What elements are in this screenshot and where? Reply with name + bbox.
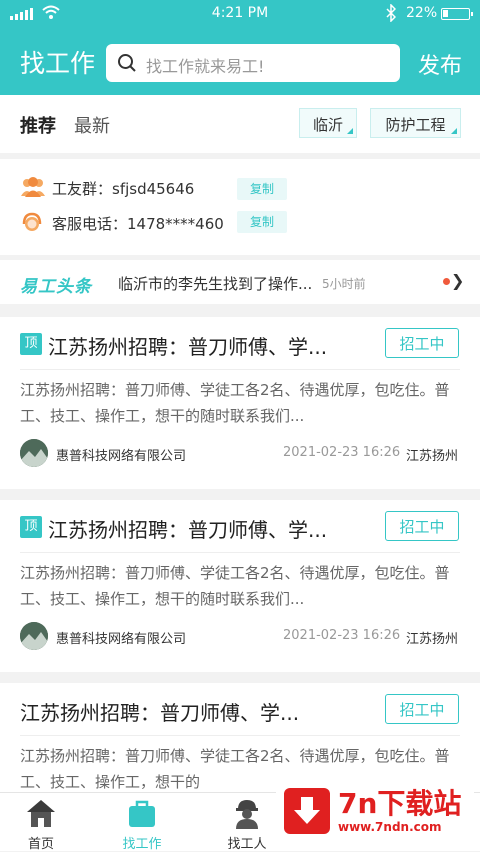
job-title: 江苏扬州招聘：普刀师傅、学... <box>48 518 328 542</box>
job-title: 江苏扬州招聘：普刀师傅、学... <box>20 701 300 725</box>
job-description: 江苏扬州招聘：普刀师傅、学徒工各2名、待遇优厚，包吃住。普工、技工、操作工，想干… <box>20 381 450 425</box>
copy-phone-button[interactable]: 复制 <box>237 211 287 233</box>
divider <box>20 552 460 553</box>
home-icon <box>27 800 55 827</box>
search-icon <box>118 54 136 72</box>
header: 找工作 找工作就来易工! 发布 <box>0 28 480 95</box>
tab-find-job-label: 找工作 <box>122 837 162 852</box>
job-city: 江苏扬州 <box>406 632 459 647</box>
news-logo: 易工头条 <box>20 277 92 297</box>
site-watermark: 7n下载站 www.7ndn.com <box>276 768 474 850</box>
briefcase-icon <box>129 800 155 827</box>
battery-icon <box>441 8 473 20</box>
tab-find-worker[interactable]: 找工人 <box>207 793 287 852</box>
job-title: 江苏扬州招聘：普刀师傅、学... <box>48 335 328 359</box>
customer-service-icon <box>22 212 42 231</box>
category-filter[interactable]: 防护工程 <box>370 108 461 138</box>
search-placeholder: 找工作就来易工! <box>146 57 265 76</box>
post-date: 2021-02-23 16:26 <box>283 628 401 643</box>
city-filter[interactable]: 临沂 <box>299 108 357 138</box>
copy-group-button[interactable]: 复制 <box>237 178 287 200</box>
unread-dot <box>443 278 450 285</box>
pinned-badge: 顶 <box>20 516 42 538</box>
hiring-status-button[interactable]: 招工中 <box>385 511 459 541</box>
publish-button[interactable]: 发布 <box>418 48 462 80</box>
hiring-status-button[interactable]: 招工中 <box>385 328 459 358</box>
tab-find-job[interactable]: 找工作 <box>102 793 182 852</box>
tab-row: 推荐 最新 临沂 防护工程 <box>0 95 480 153</box>
dropdown-corner-icon <box>347 128 353 134</box>
chevron-right-icon: ❯ <box>451 271 465 290</box>
post-date: 2021-02-23 16:26 <box>283 445 401 460</box>
tab-home[interactable]: 首页 <box>1 793 81 852</box>
watermark-title: 7n下载站 <box>338 787 462 820</box>
job-card[interactable]: 顶 江苏扬州招聘：普刀师傅、学... 招工中 江苏扬州招聘：普刀师傅、学徒工各2… <box>0 317 480 489</box>
job-city: 江苏扬州 <box>406 449 459 464</box>
news-time: 5小时前 <box>322 277 366 291</box>
search-input[interactable]: 找工作就来易工! <box>106 44 400 82</box>
tab-latest[interactable]: 最新 <box>74 112 110 138</box>
tab-recommend[interactable]: 推荐 <box>20 112 56 138</box>
bluetooth-icon <box>386 4 396 22</box>
watermark-url: www.7ndn.com <box>338 820 442 834</box>
divider <box>20 369 460 370</box>
hiring-status-button[interactable]: 招工中 <box>385 694 459 724</box>
divider <box>20 735 460 736</box>
category-filter-label: 防护工程 <box>385 116 446 134</box>
job-card[interactable]: 顶 江苏扬州招聘：普刀师傅、学... 招工中 江苏扬州招聘：普刀师傅、学徒工各2… <box>0 500 480 672</box>
status-bar: 4:21 PM 22% <box>0 0 480 28</box>
news-ticker[interactable]: 易工头条 临沂市的李先生找到了操作... 5小时前 ❯ <box>0 260 480 304</box>
worker-icon <box>236 800 258 829</box>
avatar <box>20 439 48 467</box>
avatar <box>20 622 48 650</box>
page-title: 找工作 <box>20 49 96 78</box>
battery-percent: 22% <box>406 5 438 21</box>
download-icon <box>284 788 330 834</box>
dropdown-corner-icon <box>451 128 457 134</box>
contact-card: 工友群：sfjsd45646 复制 客服电话：1478****460 复制 <box>0 159 480 255</box>
pinned-badge: 顶 <box>20 333 42 355</box>
worker-group-label: 工友群：sfjsd45646 <box>52 180 195 198</box>
group-icon <box>21 177 45 197</box>
tab-home-label: 首页 <box>27 837 54 852</box>
company-name: 惠普科技网络有限公司 <box>56 632 187 647</box>
job-description: 江苏扬州招聘：普刀师傅、学徒工各2名、待遇优厚，包吃住。普工、技工、操作工，想干… <box>20 564 450 608</box>
news-text: 临沂市的李先生找到了操作... <box>118 275 313 293</box>
company-name: 惠普科技网络有限公司 <box>56 449 187 464</box>
tab-find-worker-label: 找工人 <box>227 837 267 852</box>
service-phone-label: 客服电话：1478****460 <box>52 215 224 233</box>
